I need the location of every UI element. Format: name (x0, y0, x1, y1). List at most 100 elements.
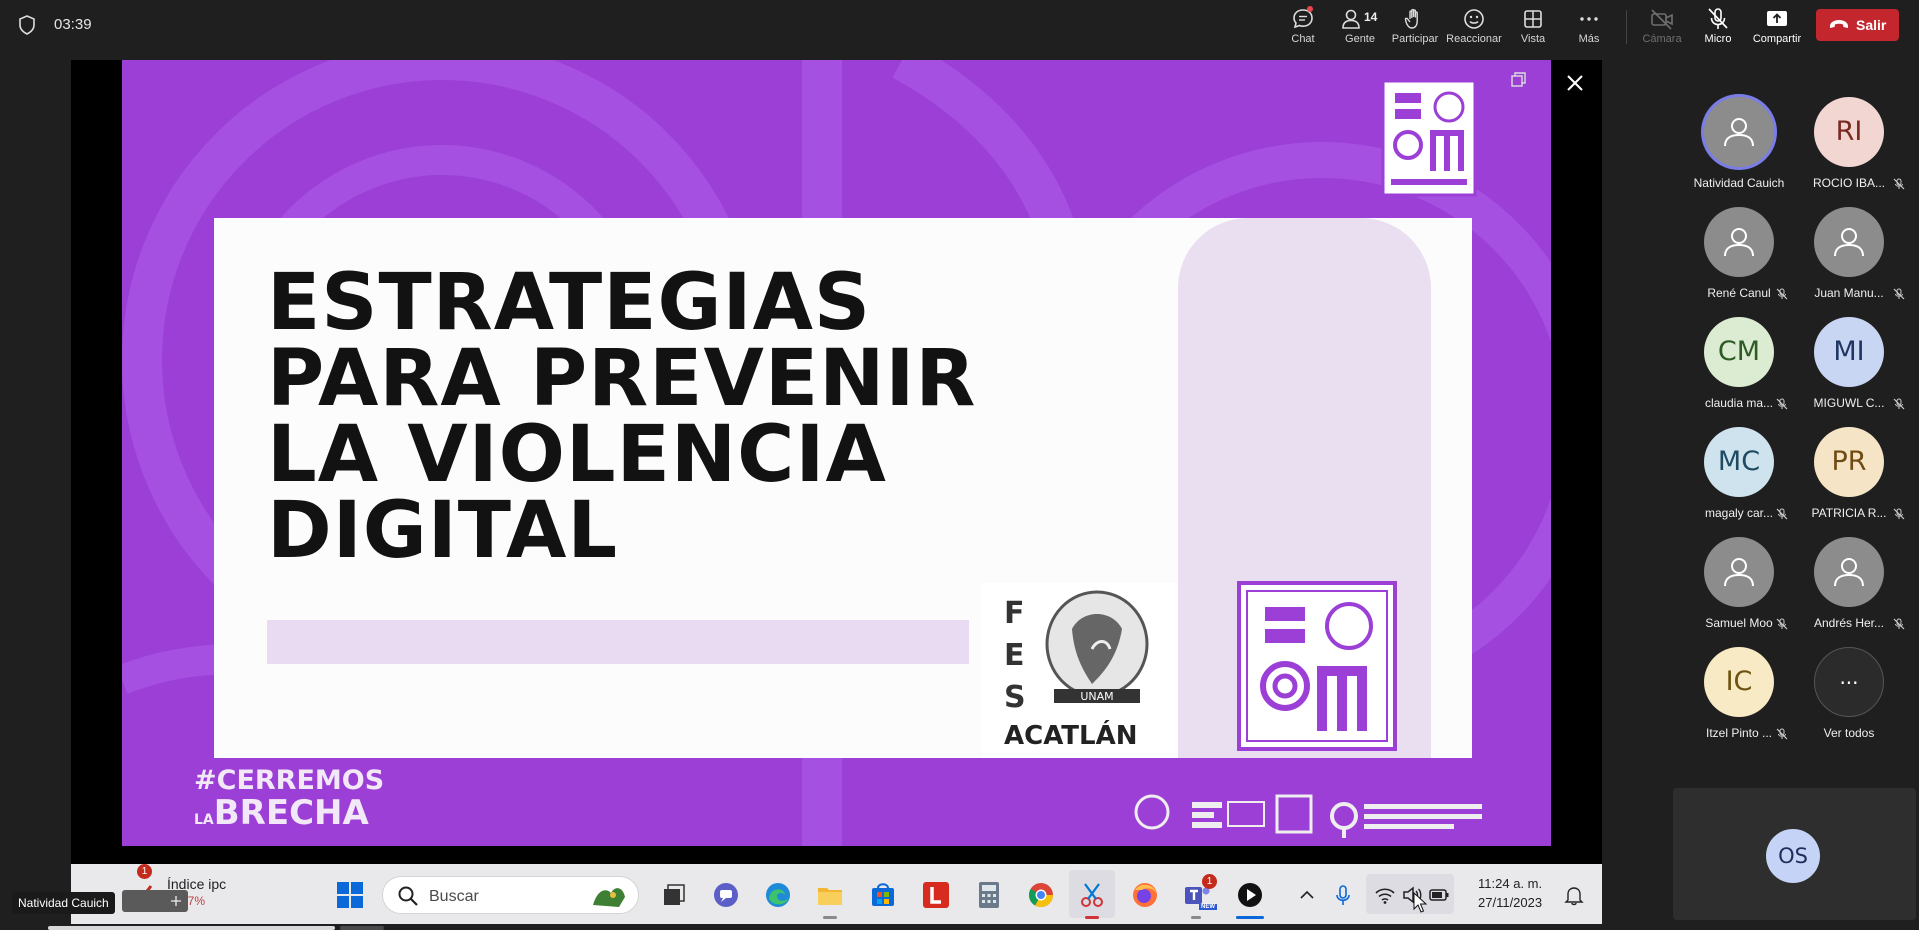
institution-logos-strip (1134, 794, 1482, 838)
mic-off-icon (1893, 177, 1905, 190)
people-button[interactable]: 14 Gente (1330, 6, 1390, 50)
pin-icon (171, 896, 181, 906)
people-icon (1342, 9, 1360, 29)
microsoft-store-icon[interactable] (868, 880, 898, 910)
avatar: OS (1766, 829, 1820, 883)
avatar (1814, 207, 1884, 277)
mic-off-icon (1776, 287, 1788, 300)
participant-tile[interactable]: René Canul (1685, 207, 1793, 311)
avatar (1814, 537, 1884, 607)
taskbar-clock[interactable]: 11:24 a. m. 27/11/2023 (1478, 874, 1542, 912)
mic-off-icon (1893, 617, 1905, 630)
shared-taskbar: 1 Índice ipc -1.07% Buscar 1 NEW (71, 864, 1602, 924)
task-view-icon[interactable] (658, 880, 688, 910)
notifications-icon[interactable] (1563, 880, 1585, 910)
participant-tile[interactable]: Juan Manu... (1795, 207, 1905, 311)
participant-name: PATRICIA R... (1811, 506, 1887, 520)
leave-button[interactable]: Salir (1816, 9, 1899, 41)
svg-text:UNAM: UNAM (1080, 690, 1113, 703)
raise-hand-button[interactable]: Participar (1385, 6, 1445, 50)
participant-tile[interactable]: Samuel Moo (1685, 537, 1793, 641)
slide-title: ESTRATEGIAS PARA PREVENIR LA VIOLENCIA D… (267, 258, 977, 576)
microphone-icon[interactable] (1333, 880, 1353, 910)
share-screen-icon (1767, 11, 1787, 26)
avatar (1704, 97, 1774, 167)
media-player-icon[interactable] (1235, 880, 1265, 910)
battery-icon (1429, 889, 1449, 901)
participant-name: Juan Manu... (1814, 286, 1884, 300)
participant-tile[interactable]: RI ROCIO IBA... (1795, 97, 1905, 201)
smiley-icon (1464, 9, 1484, 29)
participant-tile[interactable]: IC Itzel Pinto ... (1685, 647, 1793, 751)
mic-off-icon (1776, 507, 1788, 520)
camera-button[interactable]: Cámara (1632, 6, 1692, 50)
mic-off-icon (1893, 287, 1905, 300)
view-button[interactable]: Vista (1503, 6, 1563, 50)
hand-icon (1404, 8, 1418, 29)
avatar: PR (1814, 427, 1884, 497)
mic-off-icon (1776, 727, 1788, 740)
participant-name: Ver todos (1823, 726, 1875, 740)
share-button[interactable]: Compartir (1745, 6, 1809, 50)
comision-logo-icon (1237, 581, 1397, 751)
presenter-name-tag: Natividad Cauich (12, 892, 115, 914)
avatar: IC (1704, 647, 1774, 717)
participant-tile[interactable]: MI MIGUWL C... (1795, 317, 1905, 421)
avatar: RI (1814, 97, 1884, 167)
avatar (1704, 537, 1774, 607)
avatar: MI (1814, 317, 1884, 387)
participant-name: Andrés Her... (1813, 616, 1885, 630)
firefox-icon[interactable] (1130, 880, 1160, 910)
mic-off-icon (1893, 507, 1905, 520)
snipping-tool-icon[interactable] (1077, 880, 1107, 910)
calculator-icon[interactable] (974, 880, 1004, 910)
react-button[interactable]: Reaccionar (1444, 6, 1504, 50)
self-video-tile[interactable]: OS (1673, 788, 1916, 920)
chrome-icon[interactable] (1026, 880, 1056, 910)
presentation-slide: ESTRATEGIAS PARA PREVENIR LA VIOLENCIA D… (122, 60, 1551, 846)
teams-new-tag: NEW (1199, 904, 1217, 910)
more-button[interactable]: Más (1559, 6, 1619, 50)
avatar: CM (1704, 317, 1774, 387)
participant-tile[interactable]: PR PATRICIA R... (1795, 427, 1905, 531)
toolbar-divider (1626, 10, 1627, 44)
active-indicator (1236, 916, 1264, 919)
search-icon (398, 886, 418, 906)
meeting-timer: 03:39 (54, 16, 92, 33)
chevron-up-icon[interactable] (1297, 880, 1317, 910)
mic-button[interactable]: Micro (1688, 6, 1748, 50)
participant-tile[interactable]: CM claudia ma... (1685, 317, 1793, 421)
file-explorer-icon[interactable] (815, 880, 845, 910)
see-all-button[interactable]: ··· Ver todos (1795, 647, 1903, 751)
avatar (1704, 207, 1774, 277)
participant-tile[interactable]: MC magaly car... (1685, 427, 1793, 531)
participant-tile[interactable]: Andrés Her... (1795, 537, 1905, 641)
close-icon[interactable] (1560, 68, 1590, 98)
l-app-icon[interactable] (921, 880, 951, 910)
edge-icon[interactable] (763, 880, 793, 910)
teams-chat-icon[interactable] (711, 880, 741, 910)
hangup-icon (1830, 20, 1848, 28)
comision-small-logo-icon (1381, 79, 1477, 197)
chat-button[interactable]: Chat (1273, 6, 1333, 50)
campaign-hashtag: #CERREMOS LABRECHA (194, 765, 385, 833)
grid-view-icon (1524, 10, 1542, 28)
more-dots-icon (1580, 17, 1598, 21)
running-indicator (823, 916, 837, 919)
mic-off-icon (1708, 8, 1728, 29)
scrollbar-thumb[interactable] (340, 926, 384, 930)
avatar: MC (1704, 427, 1774, 497)
taskbar-search-box[interactable]: Buscar (382, 876, 639, 914)
participant-name: ROCIO IBA... (1812, 176, 1885, 190)
recording-indicator (1085, 916, 1099, 919)
windows-start-icon[interactable] (335, 880, 365, 910)
participant-name: MIGUWL C... (1813, 396, 1885, 410)
chat-unread-dot (1307, 6, 1313, 12)
participant-tile[interactable]: Natividad Cauich (1685, 97, 1793, 201)
fes-acatlan-logo: F E S UNAM ACATLÁN (982, 583, 1177, 758)
restore-window-icon[interactable] (1509, 70, 1529, 90)
horizontal-scrollbar[interactable] (48, 926, 335, 930)
shield-icon (19, 15, 35, 35)
share-overlay-tag (122, 890, 188, 912)
teams-badge: 1 (1202, 874, 1217, 889)
